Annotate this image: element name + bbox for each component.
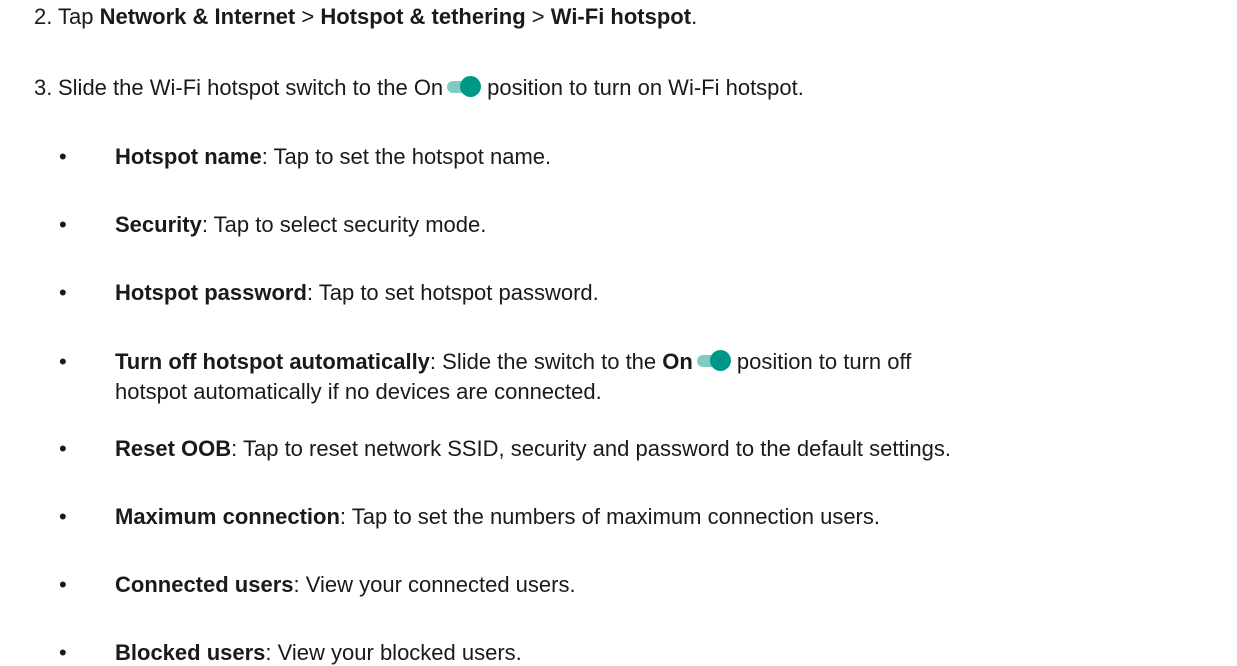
list-item-desc: : Tap to set the hotspot name. (261, 144, 552, 169)
menu-path-network-internet: Network & Internet (99, 4, 296, 29)
list-item-term: Blocked users (115, 640, 266, 665)
bullet-icon: • (59, 144, 67, 169)
list-item-desc: : Tap to set the numbers of maximum conn… (339, 504, 880, 529)
toggle-switch-on-icon (447, 76, 482, 98)
list-item-desc-line2: hotspot automatically if no devices are … (115, 379, 602, 404)
list-item-text: Security: Tap to select security mode. (115, 212, 1225, 238)
list-item-text: Hotspot password: Tap to set hotspot pas… (115, 280, 1225, 306)
list-item-text: Maximum connection: Tap to set the numbe… (115, 504, 1225, 530)
list-item-desc: : Slide the switch to the (429, 349, 657, 374)
list-item-term: Turn off hotspot automatically (115, 349, 430, 374)
list-item-term: Security (115, 212, 202, 237)
list-item-desc: : View your blocked users. (265, 640, 522, 665)
list-item-desc: : Tap to select security mode. (201, 212, 487, 237)
list-item-text: Turn off hotspot automatically: Slide th… (115, 349, 1225, 404)
step-text: Tap Network & Internet > Hotspot & tethe… (58, 4, 697, 30)
list-item-term: Hotspot name (115, 144, 262, 169)
path-separator: > (531, 4, 545, 29)
bullet-icon: • (59, 280, 67, 305)
list-item-term: Maximum connection (115, 504, 340, 529)
list-item-text: Blocked users: View your blocked users. (115, 640, 1225, 666)
path-separator: > (301, 4, 315, 29)
list-item-text: Connected users: View your connected use… (115, 572, 1225, 598)
menu-path-hotspot-tethering: Hotspot & tethering (320, 4, 526, 29)
bullet-icon: • (59, 640, 67, 665)
toggle-switch-on-icon (696, 350, 731, 372)
list-item-desc: : View your connected users. (293, 572, 576, 597)
step-number: 3. (34, 75, 53, 100)
menu-path-wifi-hotspot: Wi-Fi hotspot (550, 4, 692, 29)
step-text-after: position to turn on Wi-Fi hotspot. (487, 75, 804, 100)
list-item-term: Hotspot password (115, 280, 307, 305)
list-item-desc-cont: position to turn off (736, 349, 912, 374)
bullet-icon: • (59, 572, 67, 597)
on-label: On (662, 349, 693, 374)
toggle-knob (709, 350, 731, 371)
list-item-term: Reset OOB (115, 436, 232, 461)
step-text-before: Slide the Wi-Fi hotspot switch to the On (58, 75, 444, 100)
list-item-desc: : Tap to set hotspot password. (306, 280, 599, 305)
step-number: 2. (34, 4, 53, 29)
bullet-icon: • (59, 504, 67, 529)
list-item-text: Hotspot name: Tap to set the hotspot nam… (115, 144, 1225, 170)
bullet-icon: • (59, 349, 67, 374)
bullet-icon: • (59, 436, 67, 461)
step-tap-word: Tap (58, 4, 94, 29)
step-text: Slide the Wi-Fi hotspot switch to the On… (58, 75, 804, 101)
list-item-term: Connected users (115, 572, 294, 597)
sentence-end: . (691, 4, 698, 29)
toggle-knob (460, 76, 482, 97)
list-item-desc: : Tap to reset network SSID, security an… (231, 436, 952, 461)
list-item-text: Reset OOB: Tap to reset network SSID, se… (115, 436, 1225, 462)
bullet-icon: • (59, 212, 67, 237)
instruction-document: 2. Tap Network & Internet > Hotspot & te… (0, 0, 1237, 665)
